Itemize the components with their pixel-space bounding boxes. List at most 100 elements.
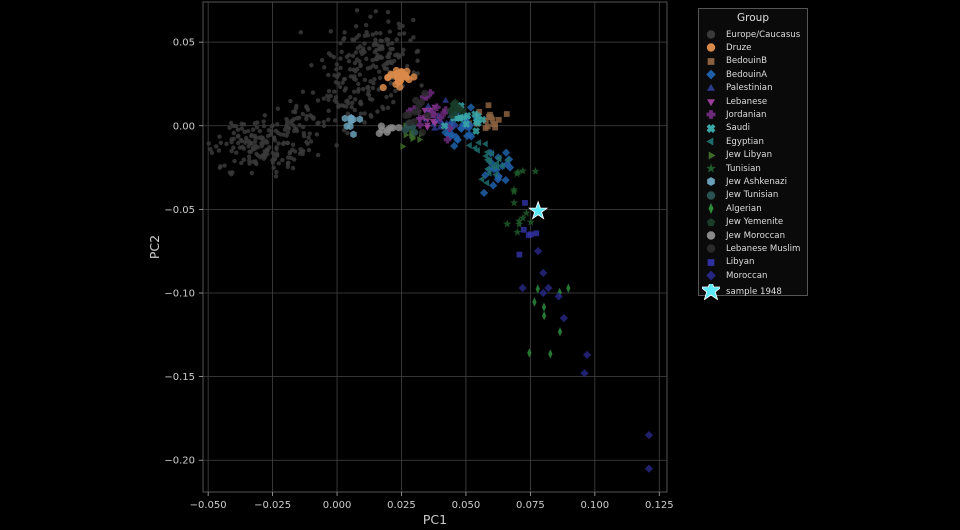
- europe-caucasus-point: [300, 89, 306, 94]
- europe-caucasus-point: [350, 100, 355, 106]
- europe-caucasus-point: [356, 81, 361, 87]
- europe-caucasus-point: [246, 144, 251, 149]
- libyan-point: [516, 251, 523, 258]
- europe-caucasus-point: [401, 31, 407, 36]
- jew-moroccan-point: [384, 126, 392, 134]
- druze-point: [379, 83, 387, 92]
- legend-item-europe-caucasus: Europe/Caucasus: [699, 28, 800, 41]
- europe-caucasus-point: [370, 85, 376, 91]
- europe-caucasus-point: [237, 145, 243, 150]
- europe-caucasus-point: [341, 77, 347, 82]
- europe-caucasus-point: [285, 118, 290, 124]
- europe-caucasus-point: [291, 117, 297, 122]
- libyan-point: [522, 200, 528, 206]
- europe-caucasus-point: [377, 75, 383, 81]
- europe-caucasus-point: [319, 57, 325, 63]
- europe-caucasus-point: [394, 37, 399, 42]
- jew-moroccan-point: [395, 124, 403, 132]
- legend-marker-shape: [706, 217, 716, 226]
- europe-caucasus-point: [352, 60, 358, 66]
- europe-caucasus-point: [379, 44, 385, 49]
- europe-caucasus-point: [290, 165, 296, 171]
- europe-caucasus-point: [380, 104, 385, 110]
- europe-caucasus-point: [273, 174, 279, 179]
- europe-caucasus-point: [393, 52, 398, 58]
- europe-caucasus-point: [419, 83, 424, 88]
- europe-caucasus-point: [352, 107, 358, 113]
- europe-caucasus-point: [304, 116, 309, 122]
- legend-marker-shape: [706, 110, 716, 120]
- europe-caucasus-point: [309, 62, 314, 68]
- europe-caucasus-point: [217, 134, 222, 139]
- jew-tunisian-point: [402, 126, 410, 134]
- europe-caucasus-point: [334, 62, 340, 67]
- europe-caucasus-point: [286, 126, 292, 131]
- x-tick-label: 0.100: [581, 500, 610, 511]
- europe-caucasus-point: [310, 90, 316, 95]
- legend-label: Jew Libyan: [726, 150, 773, 161]
- legend-label: Druze: [726, 42, 752, 53]
- europe-caucasus-point: [263, 138, 269, 143]
- europe-caucasus-point: [208, 147, 213, 152]
- legend-title: Group: [737, 12, 769, 24]
- europe-caucasus-point: [326, 72, 331, 78]
- druze-point: [392, 66, 400, 75]
- europe-caucasus-point: [231, 145, 236, 150]
- europe-caucasus-point: [252, 121, 258, 126]
- europe-caucasus-point: [367, 96, 373, 101]
- europe-caucasus-point: [265, 133, 271, 139]
- europe-caucasus-point: [391, 99, 396, 105]
- europe-caucasus-point: [297, 123, 302, 128]
- legend-marker-shape: [702, 284, 720, 301]
- europe-caucasus-point: [362, 33, 368, 39]
- europe-caucasus-point: [352, 97, 358, 102]
- europe-caucasus-point: [254, 125, 260, 130]
- europe-caucasus-point: [349, 104, 354, 110]
- europe-caucasus-point: [374, 47, 379, 53]
- europe-caucasus-point: [378, 38, 383, 43]
- jew-tunisian-legend-marker-icon: [706, 191, 716, 200]
- europe-caucasus-point: [300, 111, 306, 117]
- europe-caucasus-point: [322, 65, 327, 70]
- europe-caucasus-point: [231, 130, 237, 136]
- europe-caucasus-point: [397, 25, 402, 30]
- legend-item-jew-libyan: Jew Libyan: [699, 149, 772, 162]
- europe-caucasus-point: [386, 19, 391, 24]
- europe-caucasus-point: [296, 115, 302, 120]
- legend-item-bedouina: BedouinA: [699, 68, 767, 81]
- legend-marker-shape: [707, 57, 715, 65]
- europe-caucasus-point: [304, 139, 309, 145]
- europe-caucasus-point: [238, 137, 244, 143]
- europe-caucasus-point: [315, 152, 321, 158]
- europe-caucasus-point: [261, 156, 267, 161]
- lebanese-muslim-point: [421, 89, 429, 97]
- europe-caucasus-point: [358, 62, 363, 68]
- europe-caucasus-point: [364, 29, 369, 35]
- europe-caucasus-point: [255, 153, 261, 158]
- europe-caucasus-point: [271, 135, 277, 141]
- jew-moroccan-legend-marker-icon: [706, 231, 716, 240]
- europe-caucasus-point: [250, 127, 256, 132]
- egyptian-legend-marker-icon: [706, 137, 714, 146]
- europe-caucasus-point: [246, 154, 252, 159]
- jew-libyan-legend-marker-icon: [708, 151, 716, 160]
- europe-caucasus-point: [214, 144, 219, 149]
- legend-item-jew-moroccan: Jew Moroccan: [699, 229, 785, 242]
- europe-caucasus-point: [386, 42, 391, 47]
- legend-label: Lebanese: [726, 96, 768, 107]
- europe-caucasus-point: [332, 89, 337, 94]
- europe-caucasus-point: [368, 65, 373, 70]
- tunisian-legend-marker-icon: [706, 163, 716, 173]
- libyan-point: [525, 232, 532, 239]
- europe-caucasus-point: [396, 21, 402, 27]
- europe-caucasus-point: [235, 134, 241, 139]
- bedouina-legend-marker-icon: [706, 69, 716, 80]
- europe-caucasus-point: [334, 143, 339, 148]
- europe-caucasus-point: [368, 14, 373, 19]
- moroccan-legend-marker-icon: [706, 270, 716, 281]
- europe-caucasus-point: [376, 69, 382, 74]
- libyan-point: [520, 226, 527, 233]
- europe-caucasus-point: [355, 67, 360, 72]
- y-tick-label: −0.15: [164, 372, 195, 383]
- europe-caucasus-point: [293, 106, 299, 111]
